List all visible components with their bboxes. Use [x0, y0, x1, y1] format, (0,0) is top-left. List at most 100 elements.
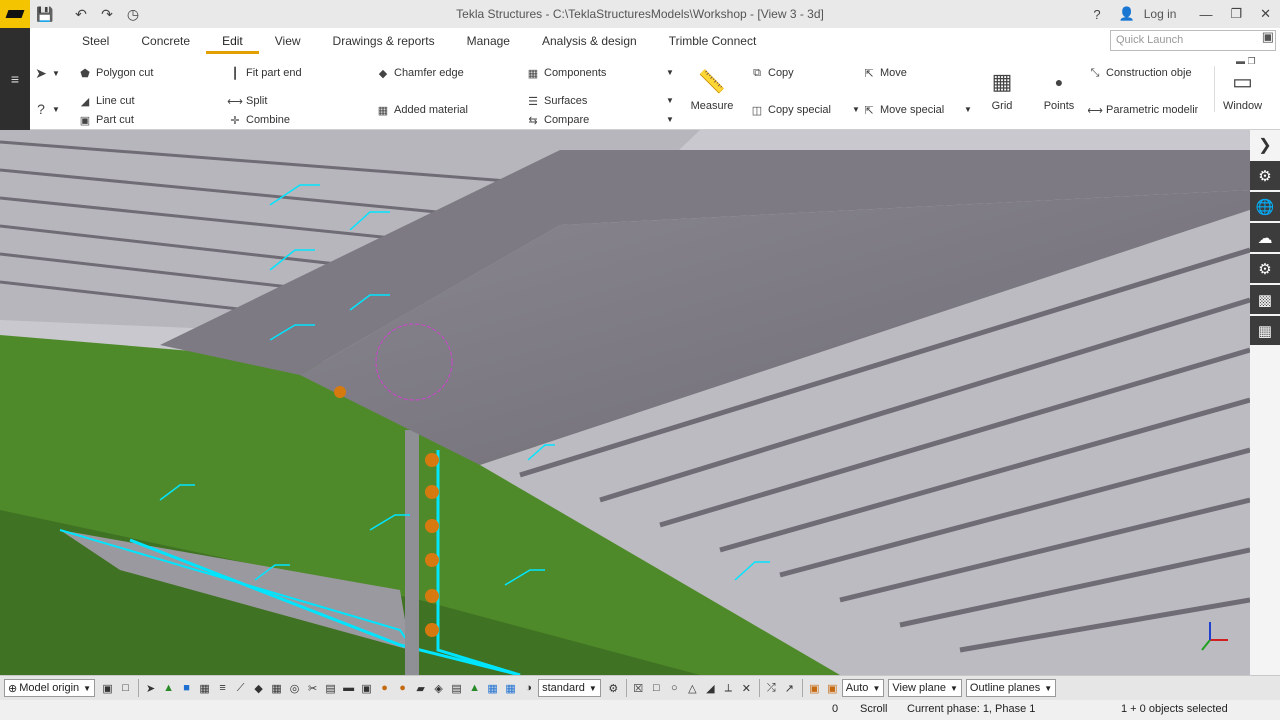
tab-edit[interactable]: Edit	[206, 28, 259, 54]
menu-button[interactable]: ≡	[0, 28, 30, 130]
snap-intersection-icon[interactable]: ✕	[738, 679, 755, 697]
settings-icon[interactable]: ⚙	[1250, 254, 1280, 283]
inquire-tool-button[interactable]: ? ▼	[34, 100, 60, 118]
cloud-icon[interactable]: ☁	[1250, 223, 1280, 252]
select-points-icon[interactable]: ▦	[502, 679, 519, 697]
select-bolt-icon[interactable]: ▣	[358, 679, 375, 697]
copy-special-dropdown-icon[interactable]: ▼	[852, 105, 860, 114]
tab-drawings-reports[interactable]: Drawings & reports	[317, 28, 451, 54]
measure-button[interactable]: 📏 Measure	[688, 66, 736, 112]
components-button[interactable]: ▦ Components	[526, 64, 607, 82]
surfaces-dropdown-icon[interactable]: ▼	[666, 96, 674, 105]
close-button[interactable]: ✕	[1251, 6, 1280, 22]
fit-part-end-button[interactable]: ┃ Fit part end	[228, 64, 302, 82]
select-tool-button[interactable]: ➤ ▼	[34, 64, 60, 82]
split-button[interactable]: ⟷ Split	[227, 92, 267, 110]
components-dropdown-icon[interactable]: ▼	[666, 68, 674, 77]
tab-concrete[interactable]: Concrete	[125, 28, 206, 54]
snap-circle-icon[interactable]: ○	[666, 679, 683, 697]
select-construction-icon[interactable]: ▲	[466, 679, 483, 697]
applications-icon[interactable]: ▦	[1250, 316, 1280, 345]
move-button[interactable]: ⇱ Move	[862, 64, 907, 82]
outline-planes-select[interactable]: Outline planes ▼	[965, 679, 1057, 697]
tekla-logo-icon[interactable]	[0, 0, 30, 28]
ribbon-restore-icon[interactable]: ▬ ❐	[1236, 56, 1256, 67]
chamfer-edge-button[interactable]: ◆ Chamfer edge	[376, 64, 464, 82]
line-cut-button[interactable]: ◢ Line cut	[78, 92, 135, 110]
add-origin-icon[interactable]: ▣	[99, 679, 116, 697]
combine-button[interactable]: ✛ Combine	[228, 111, 290, 129]
model-origin-select[interactable]: ⊕ Model origin ▼	[4, 679, 96, 697]
select-surface-icon[interactable]: ●	[394, 679, 411, 697]
column[interactable]	[405, 430, 419, 675]
undo-icon[interactable]: ↶	[70, 3, 92, 25]
select-rebar-icon[interactable]: ▤	[322, 679, 339, 697]
tab-view[interactable]: View	[259, 28, 317, 54]
copy-special-button[interactable]: ◫ Copy special	[750, 101, 831, 119]
compare-button[interactable]: ⇆ Compare	[526, 111, 589, 129]
select-bolts-icon[interactable]: ●	[376, 679, 393, 697]
properties-icon[interactable]: ⚙	[1250, 161, 1280, 190]
model-view-3d[interactable]	[0, 130, 1250, 675]
select-weld-icon[interactable]: ◎	[286, 679, 303, 697]
snap-triangle-icon[interactable]: △	[684, 679, 701, 697]
move-special-button[interactable]: ⇱ Move special	[862, 101, 944, 119]
select-markers-icon[interactable]: ◑	[520, 679, 537, 697]
selection-filter-select[interactable]: standard ▼	[538, 679, 601, 697]
parametric-modeling-button[interactable]: ⟷ Parametric modelin	[1088, 101, 1198, 119]
history-icon[interactable]: ◷	[122, 3, 144, 25]
minimize-button[interactable]: —	[1190, 7, 1221, 22]
select-component-icon[interactable]: ◆	[250, 679, 267, 697]
remove-origin-icon[interactable]: □	[117, 679, 134, 697]
select-line-icon[interactable]: ⟋	[232, 679, 249, 697]
snap-box-icon[interactable]: ☒	[630, 679, 647, 697]
snap-any-icon[interactable]: ↗	[781, 679, 798, 697]
window-button[interactable]: ▭ Window	[1214, 66, 1270, 112]
select-plane-icon[interactable]: ▰	[412, 679, 429, 697]
select-mesh-icon[interactable]: ▦	[268, 679, 285, 697]
globe-icon[interactable]: 🌐	[1250, 192, 1280, 221]
select-assembly-icon[interactable]: ▬	[340, 679, 357, 697]
tab-trimble-connect[interactable]: Trimble Connect	[653, 28, 773, 54]
user-icon[interactable]: 👤	[1110, 6, 1144, 22]
select-grid-lines-icon[interactable]: ▦	[484, 679, 501, 697]
restore-button[interactable]: ❐	[1221, 6, 1251, 22]
added-material-button[interactable]: ▦ Added material	[376, 101, 468, 119]
snap-perpendicular-icon[interactable]: ⟂	[720, 679, 737, 697]
grid-button[interactable]: ▦ Grid	[982, 66, 1022, 112]
login-link[interactable]: Log in	[1144, 7, 1177, 21]
select-cut-icon[interactable]: ✂	[304, 679, 321, 697]
snap-geometry-icon[interactable]: ▣	[824, 679, 841, 697]
compare-dropdown-icon[interactable]: ▼	[666, 115, 674, 124]
select-lines-icon[interactable]: ≡	[214, 679, 231, 697]
points-button[interactable]: ● Points	[1038, 66, 1080, 112]
tab-steel[interactable]: Steel	[66, 28, 125, 54]
snap-corner-icon[interactable]: ◢	[702, 679, 719, 697]
filter-settings-icon[interactable]: ⚙	[605, 679, 622, 697]
snap-square-icon[interactable]: □	[648, 679, 665, 697]
select-parts-icon[interactable]: ■	[178, 679, 195, 697]
help-icon[interactable]: ?	[1084, 7, 1109, 22]
construction-objects-button[interactable]: ⤡ Construction obje	[1088, 64, 1198, 82]
tab-analysis-design[interactable]: Analysis & design	[526, 28, 653, 54]
model-canvas[interactable]	[0, 130, 1250, 675]
snap-nearest-icon[interactable]: ⤮	[763, 679, 780, 697]
copy-button[interactable]: ⧉ Copy	[750, 64, 794, 82]
save-icon[interactable]: 💾	[34, 3, 56, 25]
polygon-cut-button[interactable]: ⬟ Polygon cut	[78, 64, 153, 82]
view-plane-select[interactable]: View plane ▼	[888, 679, 962, 697]
quick-launch-input[interactable]: Quick Launch	[1110, 30, 1276, 51]
select-reference-icon[interactable]: ▤	[448, 679, 465, 697]
part-cut-button[interactable]: ▣ Part cut	[78, 111, 134, 129]
select-sketch-icon[interactable]: ◈	[430, 679, 447, 697]
collapse-ribbon-icon[interactable]: ▣	[1262, 29, 1274, 45]
expand-panel-icon[interactable]: ❯	[1250, 130, 1280, 159]
select-grid-icon[interactable]: ▦	[196, 679, 213, 697]
surfaces-button[interactable]: ☰ Surfaces	[526, 92, 587, 110]
catalog-icon[interactable]: ▩	[1250, 285, 1280, 314]
snap-reference-icon[interactable]: ▣	[806, 679, 823, 697]
move-special-dropdown-icon[interactable]: ▼	[964, 105, 972, 114]
snap-tree-icon[interactable]: ▲	[160, 679, 177, 697]
snap-depth-select[interactable]: Auto ▼	[841, 679, 885, 697]
status-phase[interactable]: Current phase: 1, Phase 1	[907, 703, 1035, 715]
